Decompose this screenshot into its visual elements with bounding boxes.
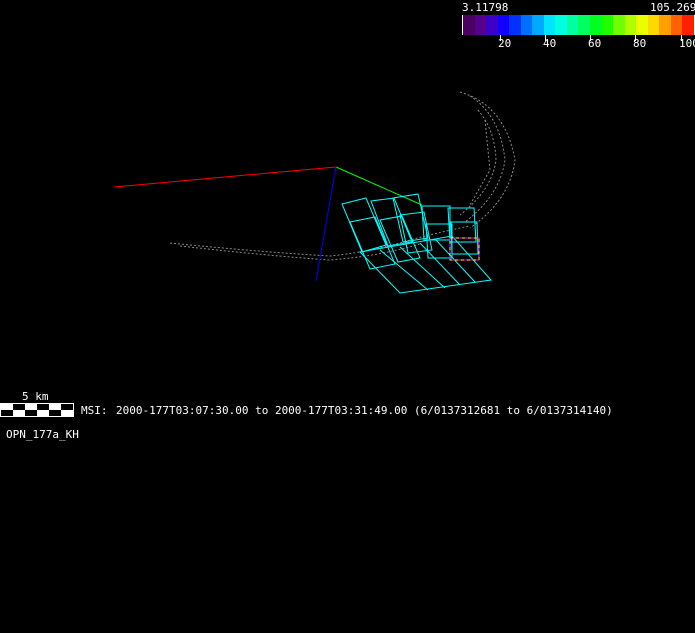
z-axis-line [315, 166, 337, 282]
instrument-label: MSI: [81, 404, 108, 417]
msi-footprints [341, 193, 492, 294]
colorbar-tick-label: 80 [633, 37, 647, 50]
3d-scene-view[interactable] [0, 0, 695, 633]
selected-footprint[interactable] [449, 237, 480, 261]
colorbar-tick-label: 40 [543, 37, 557, 50]
plan-name: OPN_177a_KH [6, 428, 79, 441]
colorbar-swatch [463, 15, 475, 35]
colorbar-swatch [532, 15, 544, 35]
scale-bar-cell [37, 410, 49, 416]
colorbar-min-label: 3.11798 [462, 1, 509, 14]
asteroid-shape [169, 91, 516, 261]
colorbar-swatch [474, 15, 487, 35]
colorbar-swatch [636, 15, 648, 35]
scale-bar-label: 5 km [22, 390, 49, 403]
colorbar-swatch [659, 15, 671, 35]
colorbar-swatch [682, 15, 694, 35]
colorbar-swatch [555, 15, 567, 35]
selected-footprint-outline [449, 237, 480, 261]
colorbar-swatch [486, 15, 498, 35]
colorbar-swatch [566, 15, 579, 35]
colorbar-swatch [624, 15, 637, 35]
scale-bar [0, 403, 74, 417]
colorbar-swatch [601, 15, 614, 35]
colorbar-swatch [543, 15, 556, 35]
scale-bar-cell [61, 410, 73, 416]
scale-bar-cell [13, 410, 25, 416]
colorbar-swatch [613, 15, 625, 35]
colorbar-swatch [647, 15, 660, 35]
colorbar-max-label: 105.269 [650, 1, 695, 14]
scale-bar-cell [49, 410, 61, 416]
y-axis-line [335, 166, 423, 206]
colorbar-tick-label: 20 [498, 37, 512, 50]
time-range-text: 2000-177T03:07:30.00 to 2000-177T03:31:4… [116, 404, 613, 417]
colorbar-tick-label: 60 [588, 37, 602, 50]
colorbar-swatch [578, 15, 591, 35]
colorbar-tick-label: 100 [679, 37, 695, 50]
scale-bar-cell [25, 410, 37, 416]
x-axis-line [113, 166, 337, 188]
colorbar-swatch [520, 15, 533, 35]
colorbar-swatch [590, 15, 602, 35]
scale-bar-cell [1, 410, 13, 416]
colorbar [462, 15, 695, 35]
colorbar-swatch [670, 15, 683, 35]
colorbar-swatch [509, 15, 521, 35]
colorbar-swatch [497, 15, 510, 35]
